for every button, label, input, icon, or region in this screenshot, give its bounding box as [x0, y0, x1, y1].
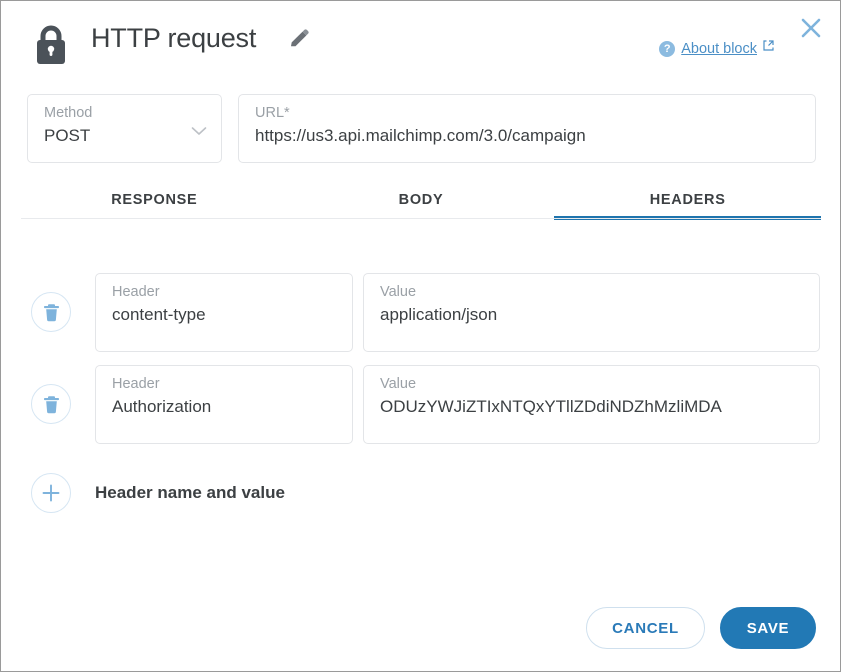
header-key-input[interactable]: Header content-type	[95, 273, 353, 352]
dialog-header: HTTP request ? About block	[1, 1, 840, 85]
plus-icon	[31, 473, 71, 513]
chevron-down-icon	[191, 123, 207, 135]
url-value: https://us3.api.mailchimp.com/3.0/campai…	[255, 126, 586, 145]
pencil-edit-icon[interactable]	[288, 28, 310, 50]
method-label: Method	[44, 105, 93, 121]
tab-headers-label: HEADERS	[649, 192, 726, 208]
http-request-dialog: HTTP request ? About block Method POST U…	[0, 0, 841, 672]
header-value-value: application/json	[380, 305, 498, 324]
about-block-label: About block	[681, 41, 757, 57]
tabs-divider	[21, 218, 821, 219]
request-line: Method POST URL* https://us3.api.mailchi…	[1, 94, 840, 166]
cancel-button[interactable]: CANCEL	[586, 607, 705, 649]
method-select[interactable]: Method POST	[27, 94, 222, 163]
header-key-value: content-type	[112, 305, 206, 324]
dialog-footer: CANCEL SAVE	[586, 607, 816, 649]
save-button[interactable]: SAVE	[720, 607, 816, 649]
header-key-input[interactable]: Header Authorization	[95, 365, 353, 444]
header-value-input[interactable]: Value application/json	[363, 273, 820, 352]
about-block-link[interactable]: ? About block	[659, 38, 774, 57]
header-key-label: Header	[112, 284, 160, 300]
table-row: Header content-type Value application/js…	[1, 273, 840, 353]
tab-response-label: RESPONSE	[111, 192, 198, 208]
lock-icon	[31, 23, 71, 65]
headers-list: Header content-type Value application/js…	[1, 273, 840, 457]
add-header-label: Header name and value	[95, 483, 285, 502]
tab-headers[interactable]: HEADERS	[554, 182, 822, 220]
tab-body-label: BODY	[398, 192, 444, 208]
table-row: Header Authorization Value ODUzYWJiZTIxN…	[1, 365, 840, 445]
header-key-label: Header	[112, 376, 160, 392]
tab-bar: RESPONSE BODY HEADERS	[21, 182, 822, 220]
header-value-label: Value	[380, 376, 417, 392]
header-value-input[interactable]: Value ODUzYWJiZTIxNTQxYTllZDdiNDZhMzliMD…	[363, 365, 820, 444]
question-mark-circle-icon: ?	[659, 41, 676, 57]
tab-response[interactable]: RESPONSE	[21, 182, 288, 220]
method-value: POST	[44, 126, 91, 145]
add-header-button[interactable]: Header name and value	[1, 469, 285, 517]
page-title: HTTP request	[91, 23, 257, 53]
url-label: URL*	[255, 105, 290, 121]
external-link-icon	[763, 38, 774, 51]
close-icon[interactable]	[796, 13, 826, 43]
trash-icon[interactable]	[31, 384, 71, 424]
trash-icon[interactable]	[31, 292, 71, 332]
header-value-value: ODUzYWJiZTIxNTQxYTllZDdiNDZhMzliMDA	[380, 397, 722, 416]
url-input[interactable]: URL* https://us3.api.mailchimp.com/3.0/c…	[238, 94, 816, 163]
tab-body[interactable]: BODY	[288, 182, 555, 220]
header-value-label: Value	[380, 284, 417, 300]
header-key-value: Authorization	[112, 397, 212, 416]
